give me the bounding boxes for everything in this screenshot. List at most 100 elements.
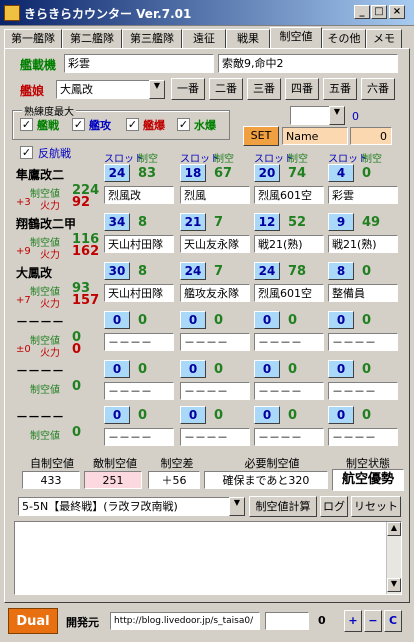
scroll-down-icon[interactable]: ▼ [387,578,401,592]
equipment-field[interactable]: －－－－ [104,428,174,446]
map-select[interactable]: 5-5N【最終戦】(ラ改ヲ改南戦) [18,497,230,516]
enemy-air-value[interactable]: 251 [84,471,142,489]
equipment-field[interactable]: 天山村田隊 [104,284,174,302]
equipment-field[interactable]: －－－－ [328,428,398,446]
fleet-pos-5-button[interactable]: 五番 [323,78,357,100]
slot-button[interactable]: 0 [104,311,130,329]
small-dropdown-icon[interactable]: ▼ [329,106,345,125]
slot-button[interactable]: 0 [328,406,354,424]
small-select[interactable] [290,106,330,125]
set-number-field[interactable]: 0 [350,127,392,145]
close-button[interactable]: × [389,5,405,19]
equipment-field[interactable]: 整備員 [328,284,398,302]
counter-air-checkbox[interactable]: ✓ [20,146,33,159]
tab-fleet3[interactable]: 第三艦隊 [122,29,182,49]
equipment-field[interactable]: 烈風601空 [254,186,324,204]
plus-button[interactable]: + [344,610,362,632]
map-dropdown-icon[interactable]: ▼ [229,497,245,516]
tab-fleet2[interactable]: 第二艦隊 [62,29,122,49]
slot-button[interactable]: 12 [254,213,280,231]
skill-checkbox-fighter[interactable]: ✓ [20,118,33,131]
slot-button[interactable]: 18 [180,164,206,182]
equipment-field[interactable]: 彩雲 [328,186,398,204]
minus-button[interactable]: − [364,610,382,632]
slot-button[interactable]: 0 [180,360,206,378]
slot-button[interactable]: 24 [180,262,206,280]
fleet-pos-2-button[interactable]: 二番 [209,78,243,100]
reset-button[interactable]: リセット [351,496,401,517]
ship-air-value: 0 [72,379,82,394]
slot-button[interactable]: 21 [180,213,206,231]
slot-button[interactable]: 0 [180,406,206,424]
tab-air-power[interactable]: 制空値 [270,27,322,49]
scroll-up-icon[interactable]: ▲ [387,522,401,536]
tab-other[interactable]: その他 [322,29,366,49]
slot-button[interactable]: 24 [254,262,280,280]
equipment-field[interactable]: 天山友永隊 [180,235,250,253]
equipment-field[interactable]: 天山村田隊 [104,235,174,253]
equipment-field[interactable]: －－－－ [180,428,250,446]
log-scrollbar[interactable]: ▲ ▼ [386,522,401,594]
slot-button[interactable]: 0 [254,311,280,329]
slot-button[interactable]: 24 [104,164,130,182]
footer-input[interactable] [265,612,309,630]
slot-button[interactable]: 30 [104,262,130,280]
skill-label-fighter: 艦戦 [37,119,59,132]
minimize-button[interactable]: _ [354,5,370,19]
aircraft-field[interactable]: 彩雲 [64,54,214,73]
slot-air-value: 52 [288,215,307,230]
equipment-field[interactable]: 戦21(熟) [328,235,398,253]
tab-fleet1[interactable]: 第一艦隊 [4,29,62,49]
log-button[interactable]: ログ [320,496,348,517]
slot-button[interactable]: 0 [104,360,130,378]
slot-button[interactable]: 0 [328,311,354,329]
skill-checkbox-bomber[interactable]: ✓ [126,118,139,131]
equipment-field[interactable]: －－－－ [104,382,174,400]
equipment-field[interactable]: －－－－ [180,333,250,351]
slot-button[interactable]: 0 [104,406,130,424]
calc-air-button[interactable]: 制空値計算 [249,496,317,517]
ship-select[interactable]: 大鳳改 [56,80,150,99]
fleet-pos-6-button[interactable]: 六番 [361,78,395,100]
slot-button[interactable]: 8 [328,262,354,280]
equipment-field[interactable]: 烈風改 [104,186,174,204]
fleet-pos-1-button[interactable]: 一番 [171,78,205,100]
equipment-field[interactable]: －－－－ [254,428,324,446]
tab-results[interactable]: 戦果 [226,29,270,49]
skill-checkbox-torpedo[interactable]: ✓ [72,118,85,131]
log-textarea[interactable] [14,521,402,595]
skill-checkbox-seaplane[interactable]: ✓ [177,118,190,131]
bonus-value: ±0 [16,344,31,355]
slot-button[interactable]: 34 [104,213,130,231]
url-field[interactable]: http://blog.livedoor.jp/s_taisa0/ [110,612,260,630]
equipment-field[interactable]: 戦21(熟) [254,235,324,253]
air-header-3: 制空 [288,154,308,165]
equipment-field[interactable]: －－－－ [328,333,398,351]
equipment-field[interactable]: －－－－ [254,382,324,400]
tab-memo[interactable]: メモ [366,29,402,49]
name-field[interactable]: Name [282,127,348,145]
slot-button[interactable]: 0 [254,406,280,424]
equipment-field[interactable]: 烈風 [180,186,250,204]
dual-button[interactable]: Dual [8,608,58,634]
equipment-field[interactable]: －－－－ [180,382,250,400]
slot-air-value: 0 [214,362,224,377]
fleet-pos-3-button[interactable]: 三番 [247,78,281,100]
equipment-field[interactable]: 烈風601空 [254,284,324,302]
equipment-field[interactable]: －－－－ [104,333,174,351]
equipment-field[interactable]: 艦攻友永隊 [180,284,250,302]
equipment-field[interactable]: －－－－ [254,333,324,351]
slot-button[interactable]: 9 [328,213,354,231]
slot-button[interactable]: 0 [180,311,206,329]
clear-button[interactable]: C [384,610,402,632]
slot-button[interactable]: 4 [328,164,354,182]
maximize-button[interactable]: □ [371,5,387,19]
ship-dropdown-icon[interactable]: ▼ [149,80,165,99]
set-button[interactable]: SET [243,126,279,146]
tab-expedition[interactable]: 遠征 [182,29,226,49]
fleet-pos-4-button[interactable]: 四番 [285,78,319,100]
slot-button[interactable]: 0 [328,360,354,378]
slot-button[interactable]: 0 [254,360,280,378]
equipment-field[interactable]: －－－－ [328,382,398,400]
slot-button[interactable]: 20 [254,164,280,182]
